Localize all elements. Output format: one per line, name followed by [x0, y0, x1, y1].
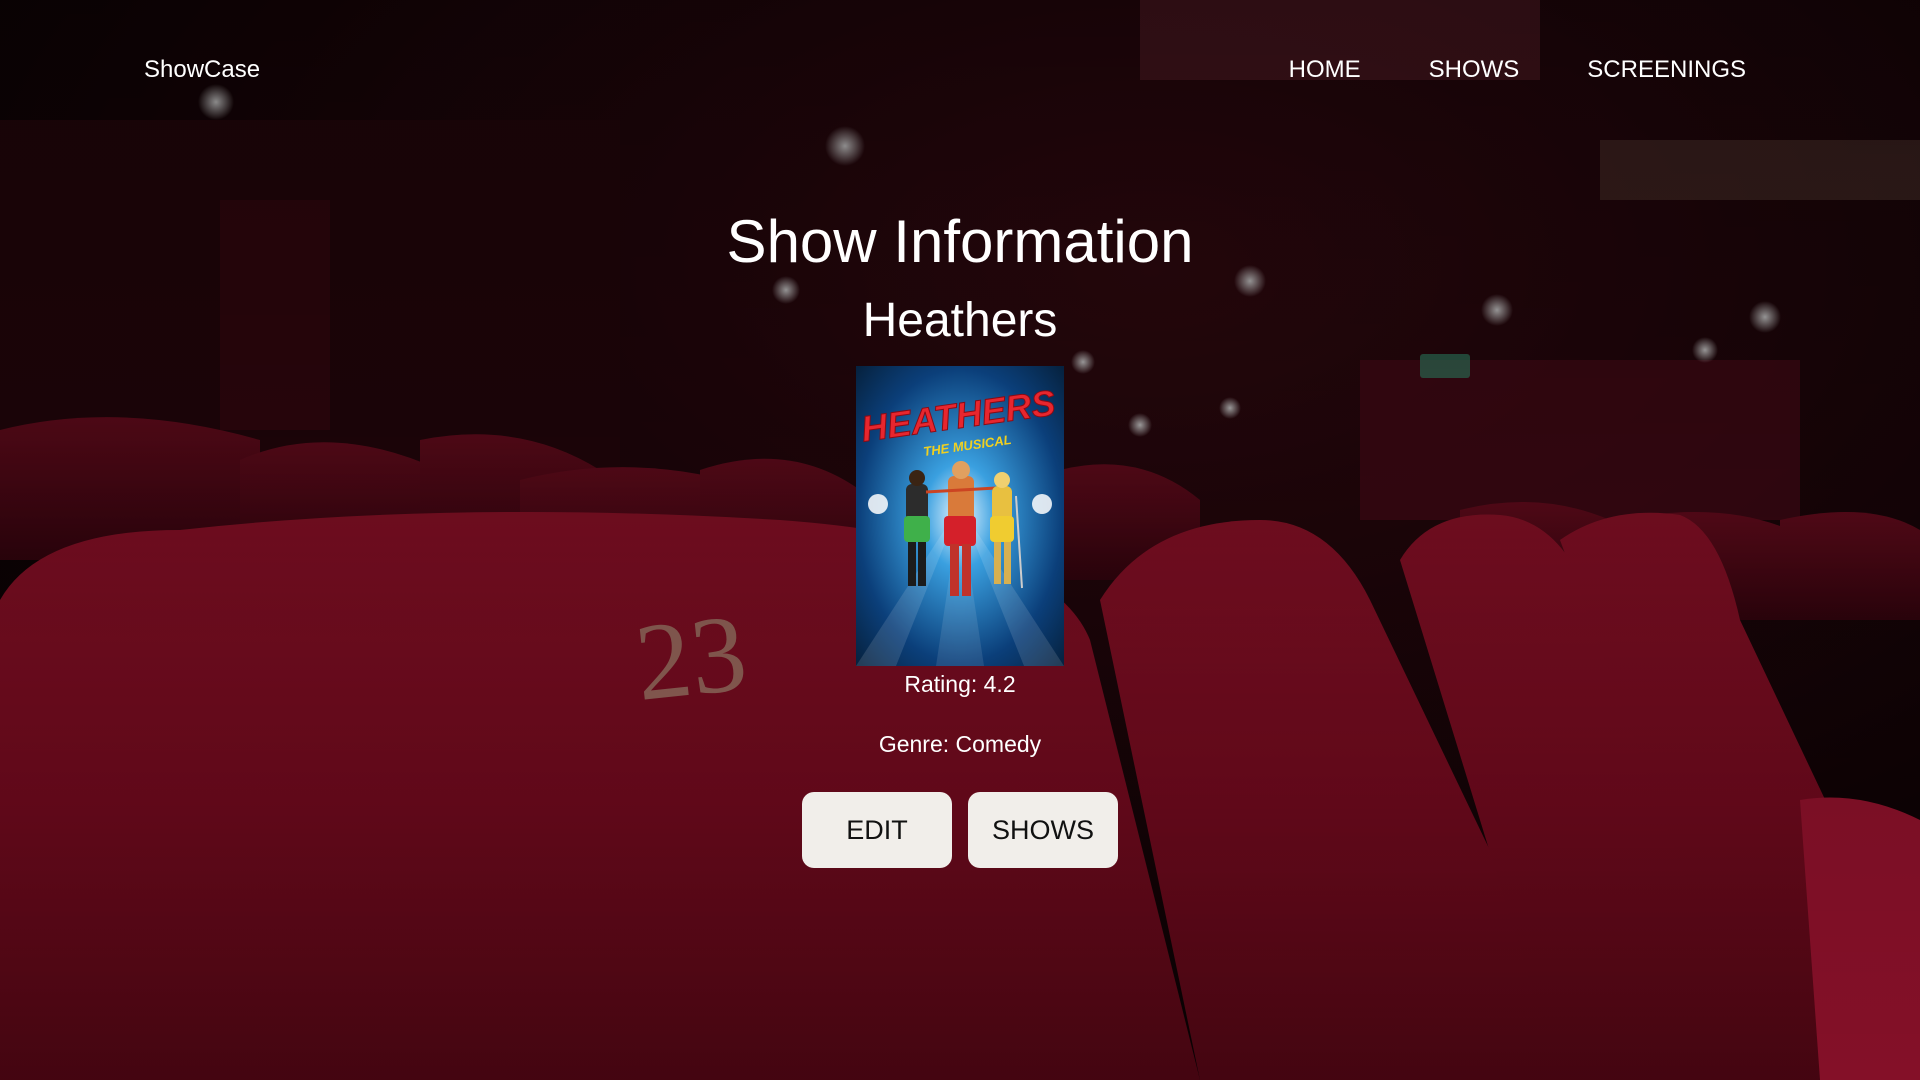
show-genre: Genre: Comedy	[878, 731, 1042, 757]
page-title: Show Information	[726, 208, 1194, 275]
shows-button[interactable]: SHOWS	[968, 792, 1118, 868]
edit-button[interactable]: EDIT	[802, 792, 952, 868]
show-poster-image: HEATHERS THE MUSICAL	[856, 366, 1064, 666]
show-rating: Rating: 4.2	[904, 671, 1016, 697]
show-information-page: 23 ShowCase HOME SHOWS SCREENINGS Show I…	[0, 0, 1920, 1080]
nav-home[interactable]: HOME	[1289, 56, 1361, 84]
nav-screenings[interactable]: SCREENINGS	[1587, 56, 1746, 84]
main-nav: HOME SHOWS SCREENINGS	[1289, 56, 1746, 84]
show-details: Show Information Heathers HEATHERS THE M…	[0, 202, 1920, 868]
show-name: Heathers	[862, 294, 1058, 347]
nav-shows[interactable]: SHOWS	[1429, 56, 1520, 84]
action-buttons: EDIT SHOWS	[802, 792, 1118, 868]
brand-logo-link[interactable]: ShowCase	[144, 56, 260, 84]
